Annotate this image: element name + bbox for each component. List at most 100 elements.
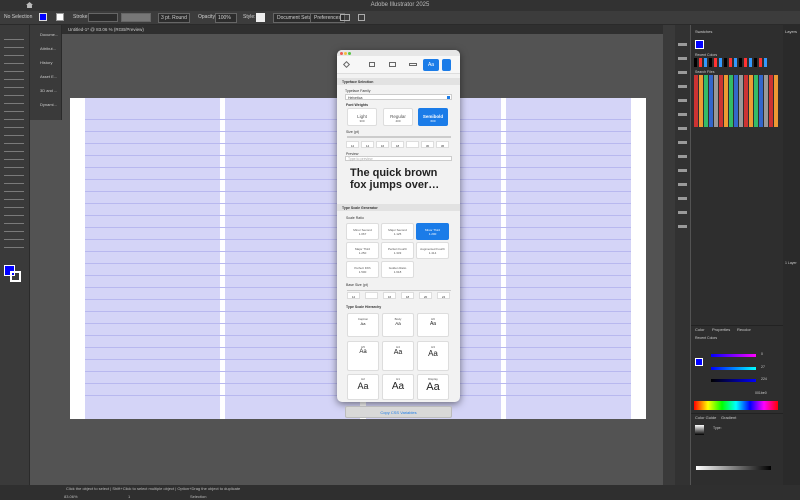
status-mode[interactable]: Selection xyxy=(190,494,206,499)
weight-light[interactable]: Light 300 xyxy=(347,108,377,126)
tool-grid[interactable] xyxy=(4,37,24,252)
size-chip[interactable]: 16 xyxy=(376,141,389,148)
stroke-color-icon[interactable] xyxy=(10,271,21,282)
family-select[interactable]: Helvetica xyxy=(345,94,452,100)
panel-attributes[interactable]: Attribut... xyxy=(32,46,60,60)
base-slider[interactable] xyxy=(347,290,451,291)
layers-icon[interactable] xyxy=(369,62,375,67)
r-slider[interactable] xyxy=(711,354,756,357)
base-chip[interactable]: 12 xyxy=(347,292,360,299)
base-chip[interactable]: 20 xyxy=(419,292,432,299)
scale-card[interactable]: H5 Aa xyxy=(347,341,379,371)
base-chip[interactable]: 24 xyxy=(437,292,450,299)
fill-indicator-icon[interactable] xyxy=(695,40,704,49)
scale-card[interactable]: H3 Aa xyxy=(417,341,449,371)
level-sample: Aa xyxy=(357,381,369,391)
size-chip-selected[interactable]: 24 xyxy=(406,141,419,148)
family-label: Typeface Family xyxy=(345,89,371,93)
g-value[interactable]: 27 xyxy=(761,365,765,369)
scale-card[interactable]: H6 Aa xyxy=(417,313,449,337)
size-slider[interactable] xyxy=(347,136,451,138)
swatch-grid[interactable] xyxy=(694,58,769,67)
tab-recolor[interactable]: Recolor xyxy=(737,327,751,332)
tab-layers[interactable]: Layers xyxy=(785,29,797,34)
ratio-card[interactable]: Augmented Fourth 1.414 xyxy=(416,242,449,259)
size-chip[interactable]: 14 xyxy=(361,141,374,148)
close-dot-icon[interactable] xyxy=(340,51,343,55)
base-chip-selected[interactable]: 14 xyxy=(365,292,378,299)
scale-card[interactable]: H1 Aa xyxy=(382,374,414,400)
size-chip[interactable]: 36 xyxy=(436,141,449,148)
level-sample: Aa xyxy=(391,381,405,392)
level-sample: Aa xyxy=(395,321,401,326)
color-spectrum[interactable] xyxy=(694,401,778,410)
arrange-icon[interactable] xyxy=(340,14,350,21)
size-chip[interactable]: 12 xyxy=(346,141,359,148)
panel-history[interactable]: History xyxy=(32,60,60,74)
minimize-dot-icon[interactable] xyxy=(344,51,347,55)
weight-semibold[interactable]: Semibold 600 xyxy=(418,108,448,126)
edit-icon[interactable] xyxy=(358,14,365,21)
r-value[interactable]: 0 xyxy=(761,352,763,356)
copy-css-button[interactable]: Copy CSS Variables xyxy=(345,406,452,418)
pen-icon[interactable] xyxy=(342,60,351,69)
scale-card[interactable]: H2 Aa xyxy=(347,374,379,400)
ratio-card[interactable]: Major Second 1.125 xyxy=(381,223,414,240)
section-typeface-header[interactable]: Typeface Selection xyxy=(337,78,460,85)
panel-asset-export[interactable]: Asset E... xyxy=(32,74,60,88)
stroke-profile[interactable]: 3 pt. Round xyxy=(158,13,190,23)
tab-properties[interactable]: Properties xyxy=(712,327,730,332)
collapsed-panels: Docume... Attribut... History Asset E...… xyxy=(30,25,62,120)
dock-icon-column[interactable] xyxy=(678,35,687,235)
scale-card[interactable]: Caption Aa xyxy=(347,313,379,337)
ratio-card[interactable]: Golden Ratio 1.618 xyxy=(381,261,414,278)
panel-3d[interactable]: 3D and ... xyxy=(32,88,60,102)
zoom-level[interactable]: 83.06% xyxy=(64,494,78,499)
scale-card[interactable]: Body Aa xyxy=(382,313,414,337)
b-slider[interactable] xyxy=(711,379,756,382)
stroke-weight-field[interactable] xyxy=(88,13,118,22)
zoom-dot-icon[interactable] xyxy=(348,51,351,55)
page-number[interactable]: 1 xyxy=(128,494,130,499)
hex-value[interactable]: 001be0 xyxy=(755,391,767,395)
ruler-icon[interactable] xyxy=(409,63,417,66)
opacity-label: Opacity: xyxy=(198,14,217,20)
tab-swatches[interactable]: Swatches xyxy=(695,29,712,34)
scale-card[interactable]: H4 Aa xyxy=(382,341,414,371)
style-swatch[interactable] xyxy=(256,13,265,22)
level-sample: Aa xyxy=(429,321,437,327)
base-chip[interactable]: 16 xyxy=(383,292,396,299)
gradient-swatch[interactable] xyxy=(695,425,704,435)
tab-color[interactable]: Color xyxy=(695,327,705,332)
ratio-card[interactable]: Major Third 1.250 xyxy=(346,242,379,259)
document-tab[interactable]: Untitled-1* @ 83.06 % (RGB/Preview) xyxy=(62,25,663,34)
fill-swatch[interactable] xyxy=(39,13,47,21)
preview-input[interactable]: Type to preview xyxy=(345,156,452,161)
tab-color-guide[interactable]: Color Guide xyxy=(695,415,716,420)
image-icon[interactable] xyxy=(389,62,396,67)
g-slider[interactable] xyxy=(711,367,756,370)
type-tab-icon[interactable]: Aa xyxy=(423,59,439,71)
panel-document[interactable]: Docume... xyxy=(32,32,60,46)
size-chip[interactable]: 18 xyxy=(391,141,404,148)
variable-width-field[interactable] xyxy=(121,13,151,22)
ratio-card-selected[interactable]: Minor Third 1.200 xyxy=(416,223,449,240)
opacity-field[interactable]: 100% xyxy=(215,13,237,23)
base-chip[interactable]: 18 xyxy=(401,292,414,299)
panel-dynamic[interactable]: Dynami... xyxy=(32,102,60,116)
section-scale-header[interactable]: Type Scale Generator xyxy=(337,204,460,211)
b-value[interactable]: 224 xyxy=(761,377,767,381)
layers-panel: Layers 1 Layer xyxy=(783,25,800,485)
scale-card[interactable]: Display Aa xyxy=(417,374,449,400)
swatch-library-grid[interactable] xyxy=(694,75,778,127)
weight-regular[interactable]: Regular 400 xyxy=(383,108,413,126)
ratio-card[interactable]: Perfect Fourth 1.333 xyxy=(381,242,414,259)
ratio-card[interactable]: Perfect Fifth 1.500 xyxy=(346,261,379,278)
pin-icon[interactable] xyxy=(442,59,451,71)
gradient-slider[interactable] xyxy=(696,466,771,470)
stroke-swatch[interactable] xyxy=(56,13,64,21)
tab-gradient[interactable]: Gradient xyxy=(721,415,736,420)
ratio-card[interactable]: Minor Second 1.067 xyxy=(346,223,379,240)
color-fill-icon[interactable] xyxy=(695,358,703,366)
size-chip[interactable]: 30 xyxy=(421,141,434,148)
